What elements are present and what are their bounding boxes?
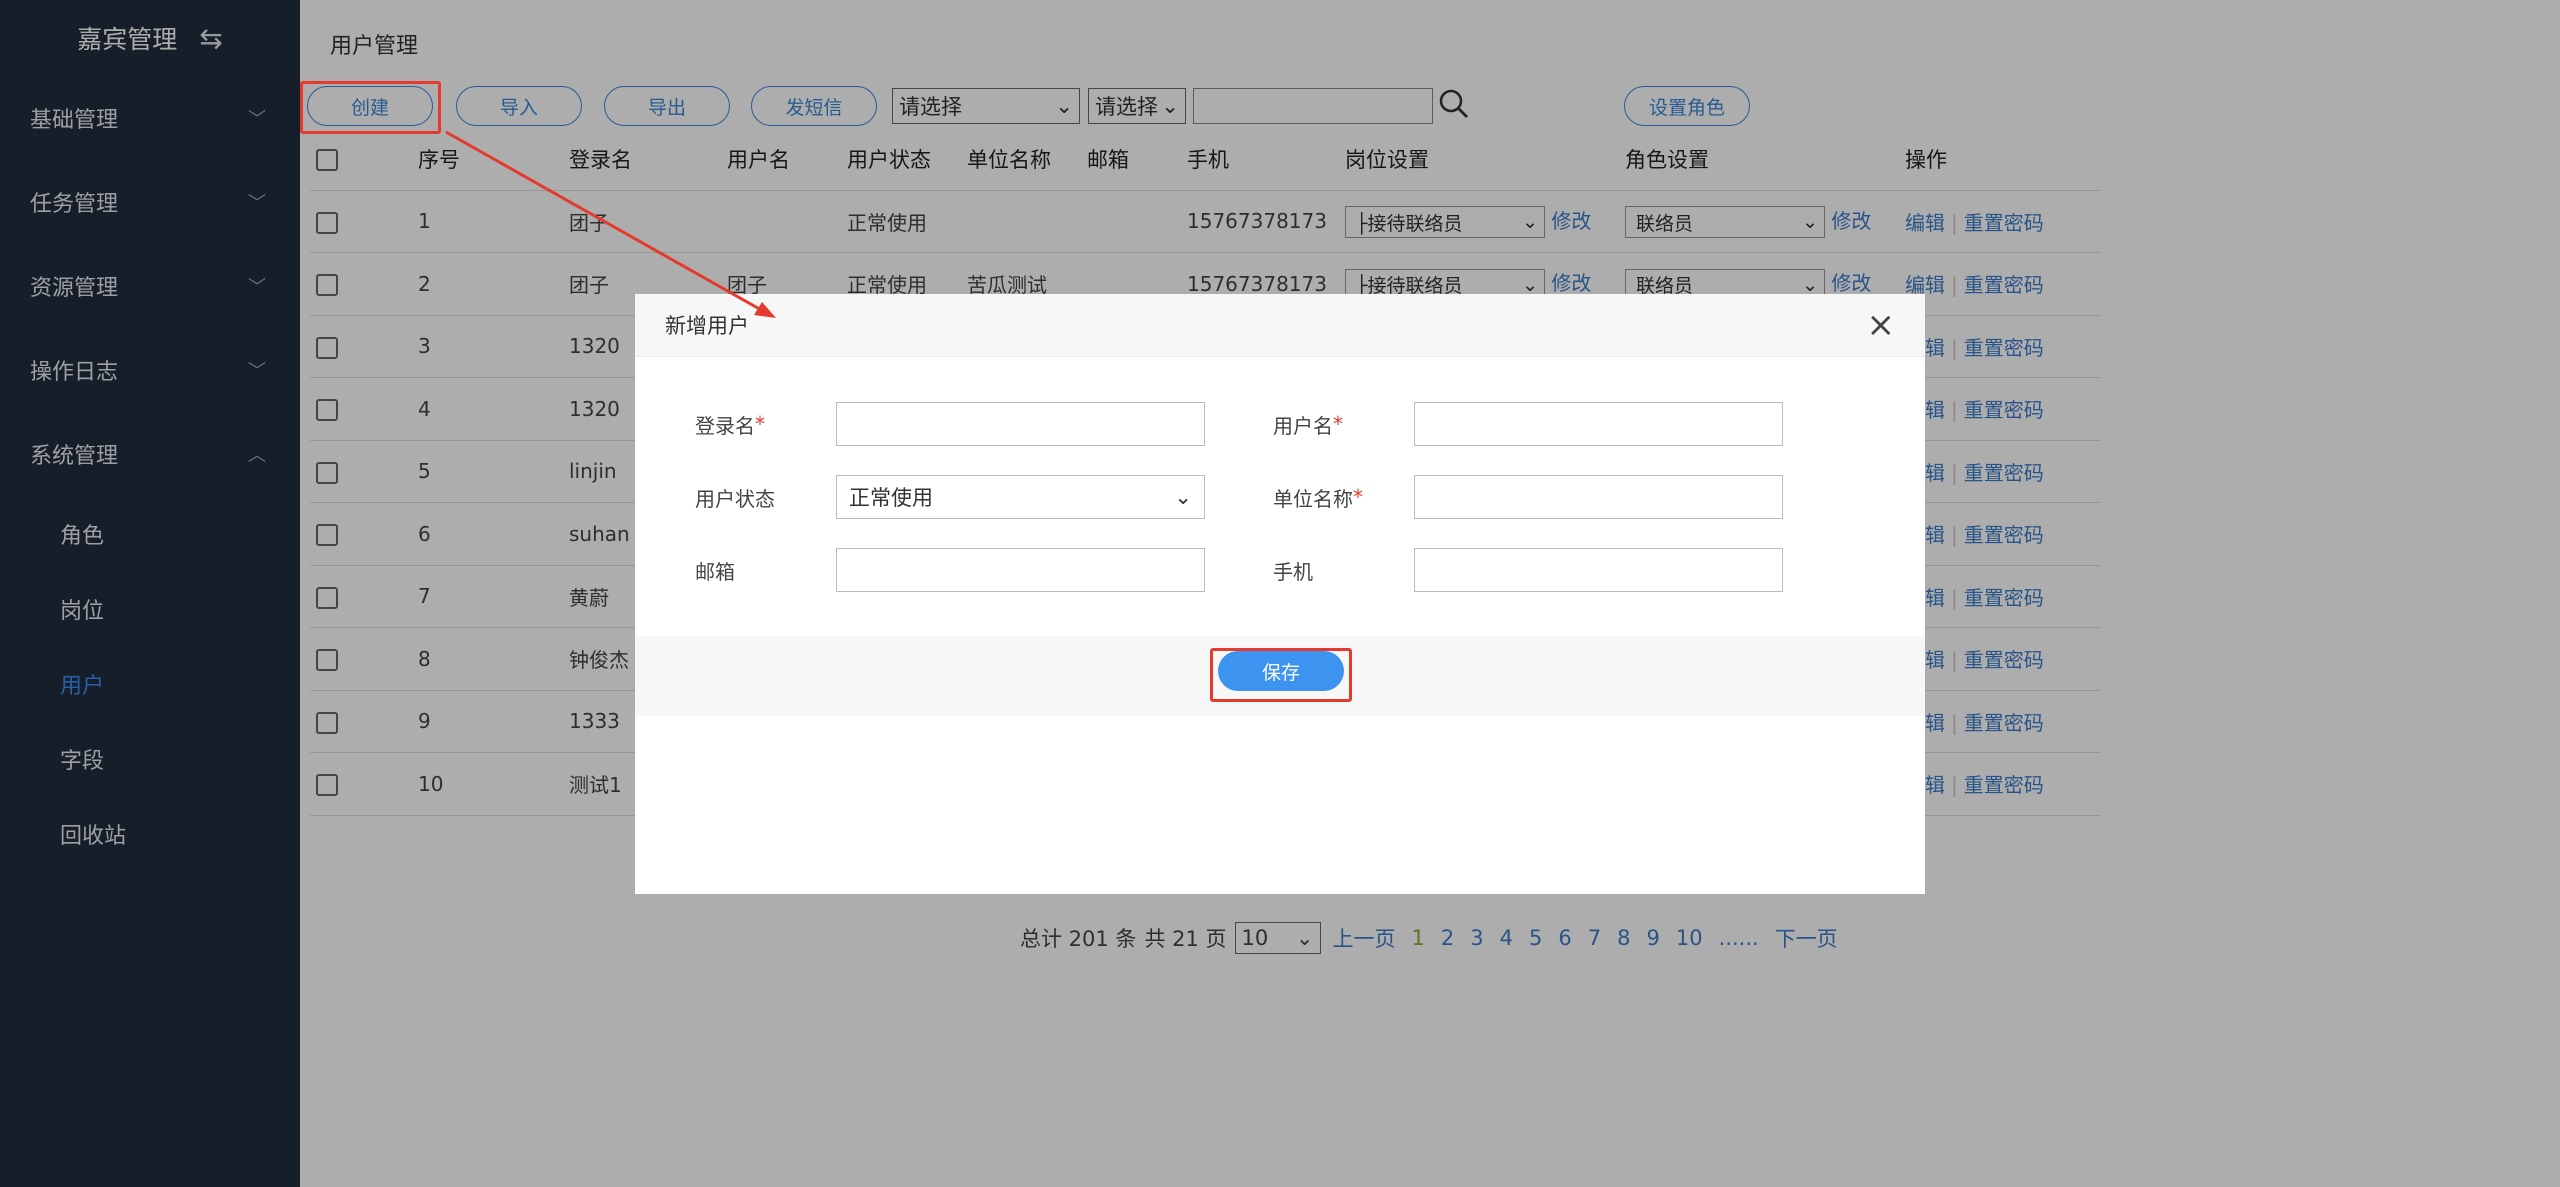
form-row: 登录名 * 用户名 * (635, 402, 1925, 446)
dialog-title: 新增用户 (665, 314, 749, 338)
close-icon[interactable]: × (1867, 308, 1896, 342)
dialog-header: 新增用户 × (635, 294, 1925, 357)
select-value: 正常使用 (849, 486, 933, 510)
username-field[interactable] (1414, 402, 1783, 446)
form-row: 邮箱 手机 (635, 548, 1925, 592)
login-name-label: 登录名 * (695, 412, 765, 438)
user-status-select[interactable]: 正常使用 ⌄ (836, 475, 1205, 519)
username-label: 用户名 * (1273, 412, 1343, 438)
chevron-down-icon: ⌄ (1174, 485, 1192, 509)
save-button-highlight (1210, 648, 1352, 702)
form-row: 用户状态 正常使用 ⌄ 单位名称 * (635, 475, 1925, 519)
email-field[interactable] (836, 548, 1205, 592)
unit-name-label: 单位名称 * (1273, 485, 1363, 511)
phone-label: 手机 (1273, 559, 1313, 584)
login-name-field[interactable] (836, 402, 1205, 446)
phone-field[interactable] (1414, 548, 1783, 592)
unit-name-field[interactable] (1414, 475, 1783, 519)
add-user-dialog: 新增用户 × 登录名 * 用户名 * 用户状态 正常使用 ⌄ 单位名称 * 邮箱 手机 … (635, 294, 1925, 894)
user-status-label: 用户状态 (695, 486, 775, 511)
create-button-highlight (300, 81, 441, 134)
email-label: 邮箱 (695, 559, 735, 584)
